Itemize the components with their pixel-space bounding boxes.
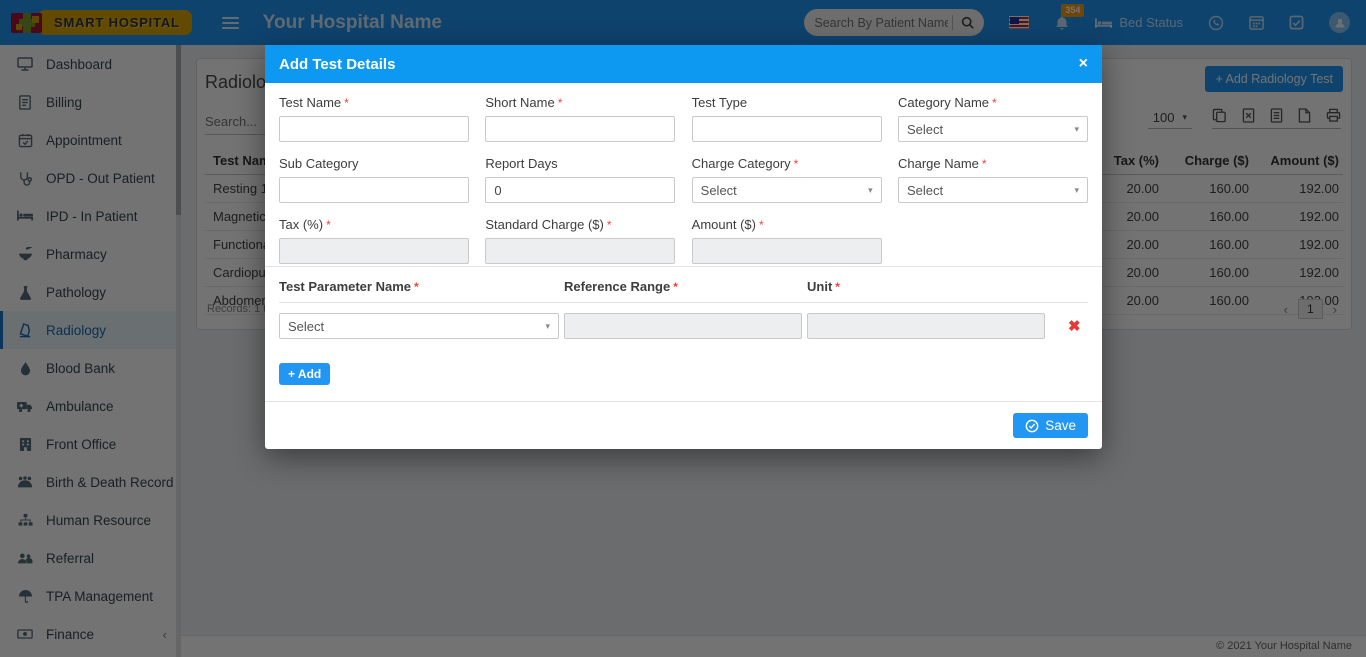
required-marker: *	[759, 218, 764, 232]
unit-input	[807, 313, 1045, 339]
required-marker: *	[992, 96, 997, 110]
modal-body: Test Name* Short Name* Test Type Categor…	[265, 83, 1102, 401]
field-standard-charge: Standard Charge ($)*	[485, 217, 675, 264]
field-category-name: Category Name* Select ▾	[898, 95, 1088, 142]
required-marker: *	[982, 157, 987, 171]
check-circle-icon	[1025, 419, 1039, 433]
required-marker: *	[414, 280, 419, 294]
test-parameter-select[interactable]: Select ▾	[279, 313, 559, 339]
reference-range-input	[564, 313, 802, 339]
category-name-select[interactable]: Select ▾	[898, 116, 1088, 142]
field-test-type: Test Type	[692, 95, 882, 142]
report-days-input[interactable]	[485, 177, 675, 203]
parameter-row: Select ▾ ✖	[279, 313, 1088, 339]
field-charge-name: Charge Name* Select ▾	[898, 156, 1088, 203]
test-name-input[interactable]	[279, 116, 469, 142]
field-charge-category: Charge Category* Select ▾	[692, 156, 882, 203]
modal-footer: Save	[265, 401, 1102, 449]
close-icon[interactable]: ×	[1079, 56, 1088, 72]
amount-input	[692, 238, 882, 264]
required-marker: *	[326, 218, 331, 232]
field-tax: Tax (%)*	[279, 217, 469, 264]
modal-header: Add Test Details ×	[265, 45, 1102, 83]
field-report-days: Report Days	[485, 156, 675, 203]
remove-parameter-icon[interactable]: ✖	[1068, 317, 1081, 335]
required-marker: *	[794, 157, 799, 171]
field-spacer	[898, 217, 1088, 264]
section-divider	[265, 266, 1102, 267]
required-marker: *	[673, 280, 678, 294]
field-sub-category: Sub Category	[279, 156, 469, 203]
parameter-labels-row: Test Parameter Name* Reference Range* Un…	[279, 279, 1088, 303]
field-test-name: Test Name*	[279, 95, 469, 142]
required-marker: *	[344, 96, 349, 110]
charge-category-select[interactable]: Select ▾	[692, 177, 882, 203]
test-type-input[interactable]	[692, 116, 882, 142]
chevron-down-icon: ▾	[1074, 124, 1079, 135]
required-marker: *	[835, 280, 840, 294]
chevron-down-icon: ▾	[1074, 185, 1079, 196]
add-test-details-modal: Add Test Details × Test Name* Short Name…	[265, 45, 1102, 449]
standard-charge-input	[485, 238, 675, 264]
tax-input	[279, 238, 469, 264]
add-parameter-button[interactable]: + Add	[279, 363, 330, 385]
save-button[interactable]: Save	[1013, 413, 1088, 438]
sub-category-input[interactable]	[279, 177, 469, 203]
short-name-input[interactable]	[485, 116, 675, 142]
required-marker: *	[607, 218, 612, 232]
field-amount: Amount ($)*	[692, 217, 882, 264]
required-marker: *	[558, 96, 563, 110]
charge-name-select[interactable]: Select ▾	[898, 177, 1088, 203]
chevron-down-icon: ▾	[545, 321, 550, 332]
field-short-name: Short Name*	[485, 95, 675, 142]
chevron-down-icon: ▾	[868, 185, 873, 196]
modal-title: Add Test Details	[279, 56, 395, 73]
